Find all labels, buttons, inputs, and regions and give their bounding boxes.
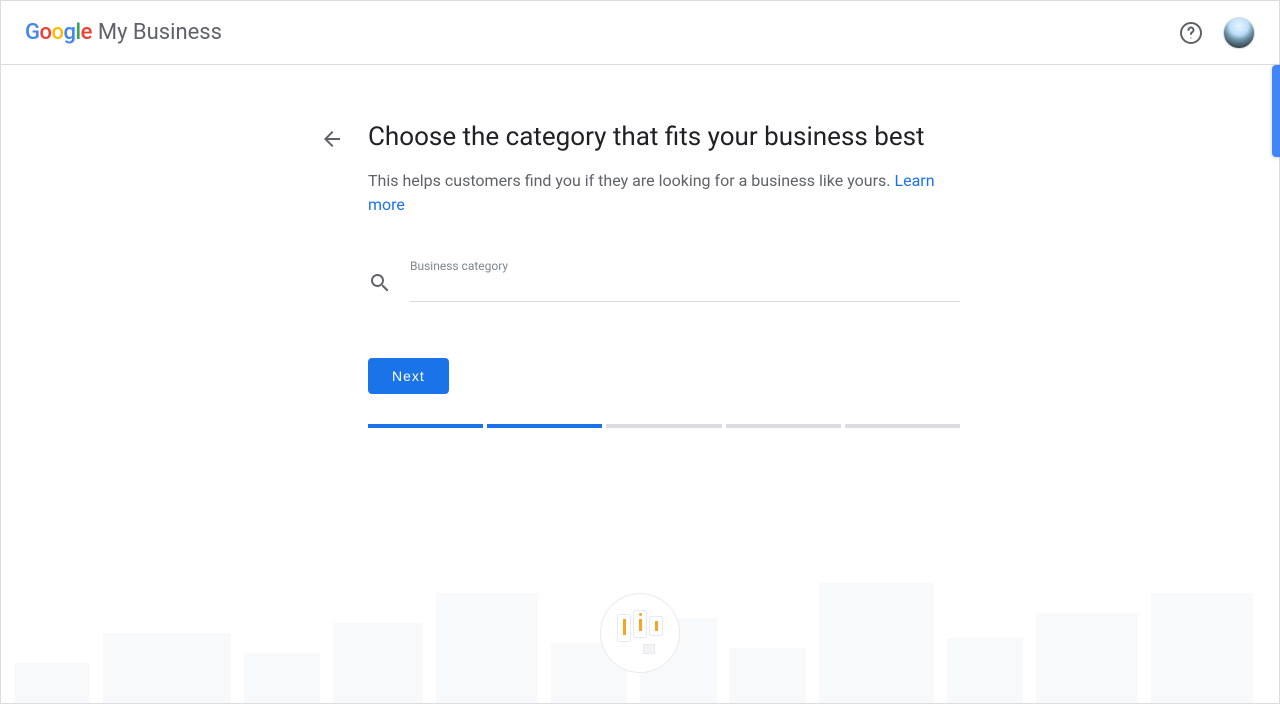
category-field-row: Business category: [368, 265, 960, 302]
header-left: G o o g l e My Business: [25, 20, 222, 45]
search-icon: [368, 271, 392, 295]
logo-letter: o: [51, 20, 63, 45]
progress-segment: [487, 424, 602, 428]
illustration-badge: [600, 593, 680, 673]
side-handle[interactable]: [1272, 65, 1280, 157]
back-button[interactable]: [320, 127, 344, 151]
progress-segment: [368, 424, 483, 428]
page-title: Choose the category that fits your busin…: [368, 121, 960, 155]
content: Choose the category that fits your busin…: [320, 65, 960, 428]
logo-letter: e: [81, 20, 92, 45]
subtitle-text: This helps customers find you if they ar…: [368, 171, 894, 190]
main-area: Choose the category that fits your busin…: [1, 65, 1279, 703]
business-category-field: Business category: [410, 265, 960, 302]
progress-segment: [726, 424, 841, 428]
help-icon[interactable]: [1179, 21, 1203, 45]
page-subtitle: This helps customers find you if they ar…: [368, 169, 960, 217]
logo-letter: G: [25, 20, 40, 45]
app-header: G o o g l e My Business: [1, 1, 1279, 65]
progress-segment: [845, 424, 960, 428]
logo-letter: o: [40, 20, 52, 45]
field-label: Business category: [410, 259, 508, 273]
logo-letter: g: [63, 20, 75, 45]
avatar[interactable]: [1223, 17, 1255, 49]
product-name: My Business: [98, 20, 222, 45]
progress-segment: [606, 424, 721, 428]
header-right: [1179, 17, 1255, 49]
google-logo: G o o g l e: [25, 20, 92, 45]
next-button[interactable]: Next: [368, 358, 449, 394]
progress-bar: [368, 424, 960, 428]
footer-illustration: [1, 553, 1279, 703]
